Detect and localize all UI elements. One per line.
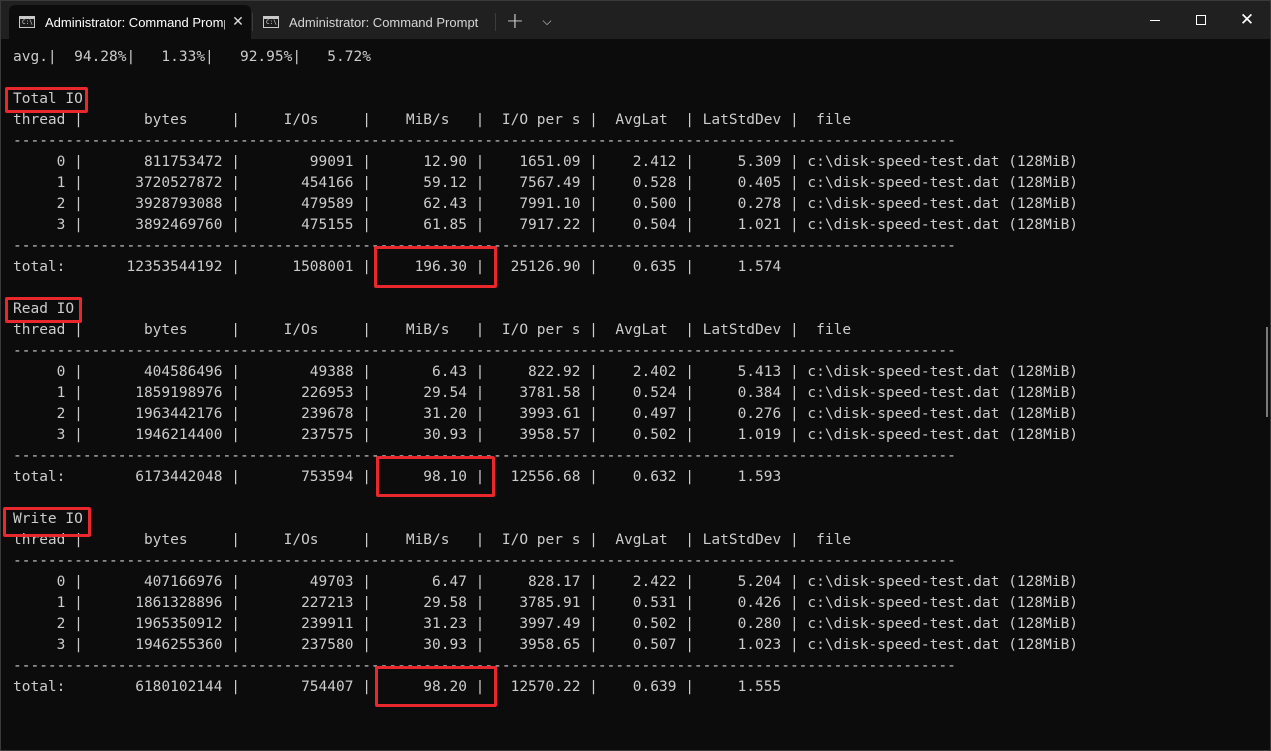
highlight-total-io-label [5,87,88,113]
terminal-output[interactable]: avg.| 94.28%| 1.33%| 92.95%| 5.72% Total … [13,47,1253,747]
table-row: 3 | 1946255360 | 237580 | 30.93 | 3958.6… [13,637,1079,653]
table-row: 1 | 1861328896 | 227213 | 29.58 | 3785.9… [13,595,1079,611]
tab-dropdown-button[interactable]: ⌵ [533,7,561,35]
close-window-button[interactable]: ✕ [1224,1,1270,39]
scrollbar[interactable] [1266,327,1268,417]
table-header: thread | bytes | I/Os | MiB/s | I/O per … [13,112,852,128]
minimize-icon [1150,19,1160,21]
highlight-read-io-label [5,297,82,323]
maximize-button[interactable] [1178,1,1224,39]
window-controls: ✕ [1132,1,1270,39]
table-row: 2 | 1965350912 | 239911 | 31.23 | 3997.4… [13,616,1079,632]
command-prompt-icon: C:\ [263,16,279,28]
chevron-down-icon: ⌵ [542,13,552,28]
minimize-button[interactable] [1132,1,1178,39]
terminal-line: avg.| 94.28%| 1.33%| 92.95%| 5.72% [13,49,371,65]
table-row: 1 | 3720527872 | 454166 | 59.12 | 7567.4… [13,175,1079,191]
tab-title: Administrator: Command Prompt [289,14,479,30]
terminal-window: C:\ Administrator: Command Prompt ✕ C:\ … [0,0,1271,751]
separator-line: ----------------------------------------… [13,343,956,359]
command-prompt-icon: C:\ [19,16,35,28]
tab-divider [495,13,496,31]
separator-line: ----------------------------------------… [13,553,956,569]
highlight-read-mibs [376,456,495,497]
tab-command-prompt-1[interactable]: C:\ Administrator: Command Prompt ✕ [9,5,251,39]
separator-line: ----------------------------------------… [13,133,956,149]
maximize-icon [1196,15,1206,25]
table-row: 0 | 404586496 | 49388 | 6.43 | 822.92 | … [13,364,1079,380]
close-icon[interactable]: ✕ [225,14,251,30]
tab-title: Administrator: Command Prompt [45,14,225,30]
highlight-total-mibs [374,246,497,288]
highlight-write-io-label [3,507,91,537]
table-row: 0 | 811753472 | 99091 | 12.90 | 1651.09 … [13,154,1079,170]
title-bar: C:\ Administrator: Command Prompt ✕ C:\ … [1,1,1270,39]
table-row: 3 | 1946214400 | 237575 | 30.93 | 3958.5… [13,427,1079,443]
tab-command-prompt-2[interactable]: C:\ Administrator: Command Prompt [253,5,491,39]
table-header: thread | bytes | I/Os | MiB/s | I/O per … [13,322,852,338]
table-row: 3 | 3892469760 | 475155 | 61.85 | 7917.2… [13,217,1079,233]
plus-icon: + [505,8,525,34]
close-icon: ✕ [1239,9,1255,30]
table-row: 0 | 407166976 | 49703 | 6.47 | 828.17 | … [13,574,1079,590]
table-row: 2 | 3928793088 | 479589 | 62.43 | 7991.1… [13,196,1079,212]
table-header: thread | bytes | I/Os | MiB/s | I/O per … [13,532,852,548]
new-tab-button[interactable]: + [501,7,529,35]
table-row: 1 | 1859198976 | 226953 | 29.54 | 3781.5… [13,385,1079,401]
highlight-write-mibs [375,666,497,707]
table-row: 2 | 1963442176 | 239678 | 31.20 | 3993.6… [13,406,1079,422]
